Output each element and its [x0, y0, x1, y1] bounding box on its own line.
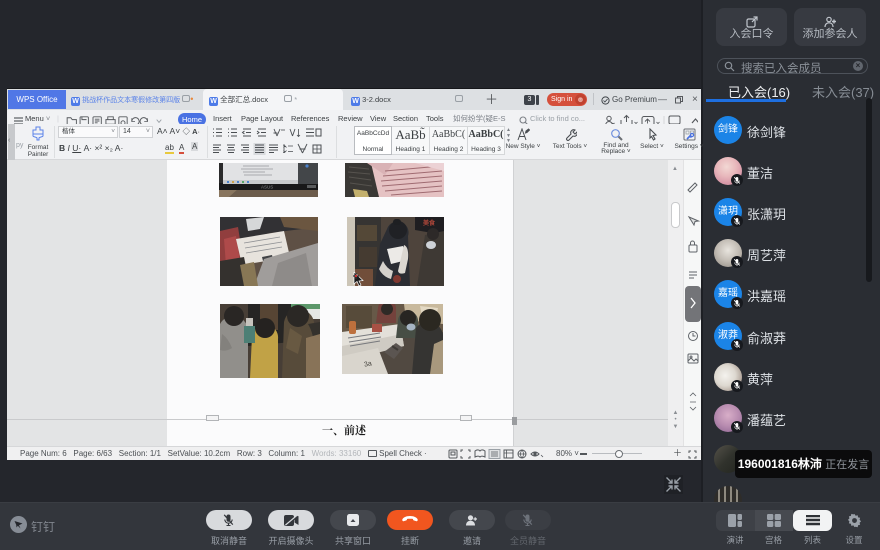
- svg-text:ASUS: ASUS: [261, 185, 273, 190]
- svg-text:美食: 美食: [422, 219, 436, 227]
